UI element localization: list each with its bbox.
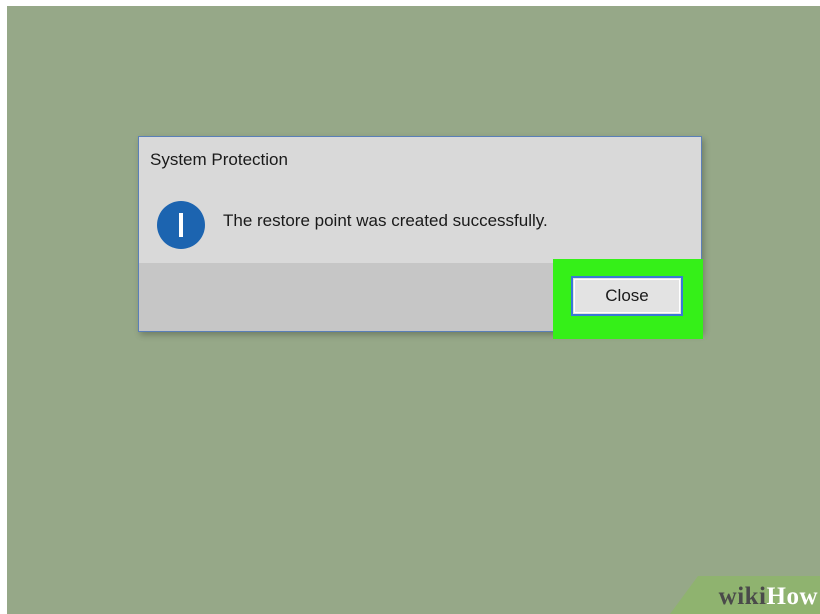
wikihow-watermark: wikiHow [670,576,820,614]
close-button[interactable]: Close [571,276,683,316]
watermark-logo-text: wikiHow [719,583,818,611]
dialog-title: System Protection [150,150,288,169]
info-icon [157,201,205,249]
desktop-background: System Protection The restore point was … [7,6,820,614]
watermark-wiki: wiki [718,583,767,610]
dialog-message: The restore point was created successful… [223,211,548,230]
watermark-how: How [766,583,818,610]
